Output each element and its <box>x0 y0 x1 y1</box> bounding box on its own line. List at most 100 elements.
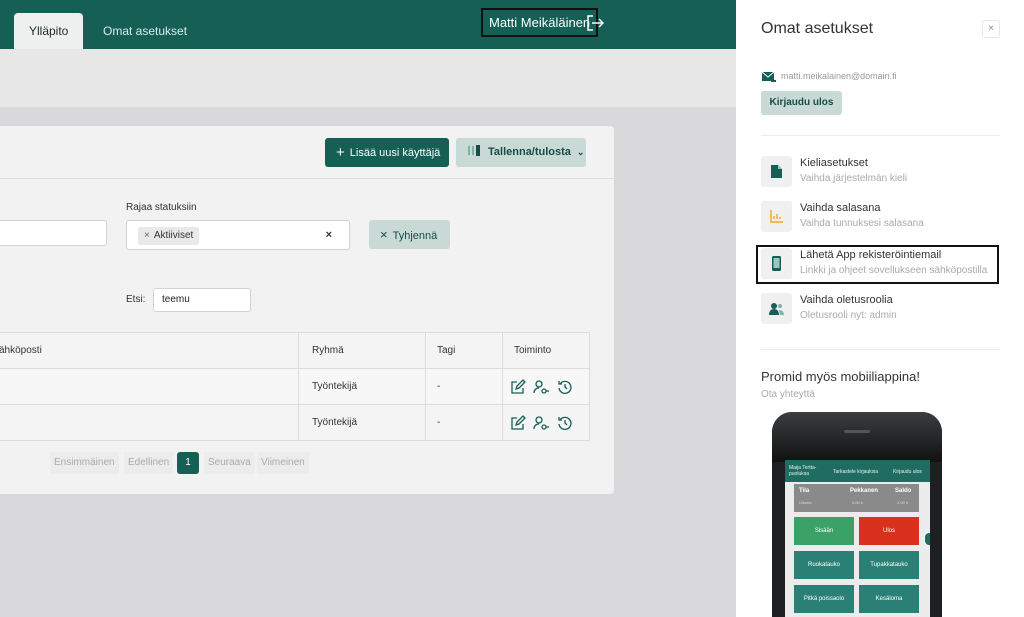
column-divider <box>425 333 426 440</box>
divider <box>761 135 1000 136</box>
sub-bar <box>0 49 736 107</box>
phone-stat-balance-value: 2.00 h <box>897 500 909 505</box>
status-chip[interactable]: × Aktiiviset <box>138 227 200 245</box>
add-user-button[interactable]: + Lisää uusi käyttäjä <box>325 138 449 167</box>
phone-stat-day-value: 0.00 h <box>852 500 864 505</box>
edit-icon[interactable] <box>510 415 526 431</box>
columns-icon <box>468 145 480 156</box>
column-tag: Tagi <box>437 345 456 356</box>
logout-arrow-icon[interactable] <box>586 14 604 32</box>
column-group: Ryhmä <box>312 345 344 356</box>
email-icon <box>762 72 776 82</box>
document-icon <box>771 165 782 178</box>
top-bar: Ylläpito Omat asetukset Matti Meikäläine… <box>0 0 736 49</box>
menu-item-language[interactable]: Kieliasetukset Vaihda järjestelmän kieli <box>761 156 1001 190</box>
history-icon[interactable] <box>557 415 573 431</box>
pagination-page-1[interactable]: 1 <box>177 452 199 474</box>
phone-stat-status-value: Ulkona <box>799 500 812 505</box>
phone-btn-out: Ulos <box>859 517 919 545</box>
chart-icon <box>770 210 783 223</box>
row-tag: - <box>437 381 441 392</box>
promo-contact-link[interactable]: Ota yhteyttä <box>761 389 815 400</box>
menu-item-password[interactable]: Vaihda salasana Vaihda tunnuksesi salasa… <box>761 201 1001 235</box>
user-name-button[interactable]: Matti Meikäläinen <box>481 8 599 37</box>
phone-speaker <box>844 430 870 433</box>
tab-yllapito[interactable]: Ylläpito <box>14 13 84 49</box>
row-tag: - <box>437 417 441 428</box>
phone-btn-smoke: Tupakkatauko <box>859 551 919 579</box>
pagination: Ensimmäinen Edellinen 1 Seuraava Viimein… <box>0 452 614 474</box>
phone-drag-handle <box>924 532 930 546</box>
phone-btn-in: Sisään <box>794 517 854 545</box>
pagination-prev[interactable]: Edellinen <box>124 452 174 474</box>
search-label: Etsi: <box>126 294 146 305</box>
pagination-last[interactable]: Viimeinen <box>257 452 309 474</box>
users-card: + Lisää uusi käyttäjä Tallenna/tulosta ⌄ R… <box>0 126 614 494</box>
table-row[interactable]: Työntekijä - <box>0 369 589 405</box>
clear-filters-label: Tyhjennä <box>392 230 438 242</box>
save-print-button[interactable]: Tallenna/tulosta ⌄ <box>456 138 586 167</box>
plus-icon: + <box>336 144 345 161</box>
add-user-label: Lisää uusi käyttäjä <box>349 147 441 159</box>
remove-chip-icon[interactable]: × <box>144 230 150 241</box>
divider <box>761 349 1000 350</box>
status-chip-label: Aktiiviset <box>153 230 194 241</box>
menu-item-subtitle: Oletusrooli nyt: admin <box>800 310 897 321</box>
column-actions: Toiminto <box>514 345 552 356</box>
row-group: Työntekijä <box>312 417 358 428</box>
table-header-row: ähköposti Ryhmä Tagi Toiminto <box>0 333 589 369</box>
phone-btn-leave: Pitkä poissaolo <box>794 585 854 613</box>
clear-select-icon[interactable]: × <box>326 229 332 241</box>
phone-btn-vacation: Kesäloma <box>859 585 919 613</box>
column-divider <box>298 333 299 440</box>
users-table: ähköposti Ryhmä Tagi Toiminto Työntekijä… <box>0 332 590 441</box>
close-icon[interactable]: × <box>982 20 1000 38</box>
panel-title: Omat asetukset <box>761 20 874 37</box>
row-group: Työntekijä <box>312 381 358 392</box>
phone-link-records: Tarkastele kirjauksia <box>833 469 879 475</box>
phone-stat-balance: Saldo <box>895 488 912 494</box>
card-divider <box>0 178 614 179</box>
edit-icon[interactable] <box>510 379 526 395</box>
table-row[interactable]: Työntekijä - <box>0 405 589 441</box>
chevron-down-icon: ⌄ <box>576 147 585 157</box>
phone-screen-header: Maija Tertta-puoluksa Tarkastele kirjauk… <box>785 460 930 482</box>
history-icon[interactable] <box>557 379 573 395</box>
menu-icon-box <box>761 293 792 324</box>
row-actions <box>510 379 576 395</box>
menu-item-subtitle: Vaihda järjestelmän kieli <box>800 173 908 184</box>
phone-stat-day: Pekkanen <box>850 488 879 494</box>
tab-omat-asetukset[interactable]: Omat asetukset <box>88 13 202 49</box>
highlight-box <box>756 245 999 284</box>
menu-icon-box <box>761 201 792 232</box>
pagination-first[interactable]: Ensimmäinen <box>50 452 119 474</box>
logout-button[interactable]: Kirjaudu ulos <box>761 91 842 115</box>
phone-stat-status: Tila <box>799 488 810 494</box>
status-filter-label: Rajaa statuksiin <box>126 202 197 213</box>
user-email: matti.meikalainen@domain.fi <box>781 71 897 81</box>
phone-user-name: Maija Tertta-puoluksa <box>789 465 817 477</box>
phone-btn-lunch: Ruokatauko <box>794 551 854 579</box>
filter-input[interactable] <box>0 220 107 246</box>
menu-item-title: Kieliasetukset <box>800 157 868 169</box>
user-key-icon[interactable] <box>533 379 550 395</box>
save-print-label: Tallenna/tulosta <box>488 146 571 158</box>
phone-mockup: Maija Tertta-puoluksa Tarkastele kirjauk… <box>772 412 942 617</box>
pagination-next[interactable]: Seuraava <box>204 452 255 474</box>
column-divider <box>502 333 503 440</box>
clear-filters-button[interactable]: × Tyhjennä <box>369 220 450 249</box>
menu-icon-box <box>761 156 792 187</box>
phone-screen: Maija Tertta-puoluksa Tarkastele kirjauk… <box>785 460 930 617</box>
users-icon <box>769 303 784 315</box>
phone-link-logout: Kirjaudu ulos <box>893 469 922 475</box>
close-icon: × <box>380 227 388 242</box>
column-email: ähköposti <box>0 345 42 356</box>
search-input[interactable]: teemu <box>153 288 251 312</box>
status-filter-select[interactable]: × Aktiiviset × <box>126 220 350 250</box>
menu-item-title: Vaihda oletusroolia <box>800 294 893 306</box>
user-key-icon[interactable] <box>533 415 550 431</box>
menu-item-title: Vaihda salasana <box>800 202 881 214</box>
menu-item-subtitle: Vaihda tunnuksesi salasana <box>800 218 924 229</box>
promo-title: Promid myös mobiiliappina! <box>761 369 920 384</box>
menu-item-default-role[interactable]: Vaihda oletusroolia Oletusrooli nyt: adm… <box>761 293 1001 327</box>
